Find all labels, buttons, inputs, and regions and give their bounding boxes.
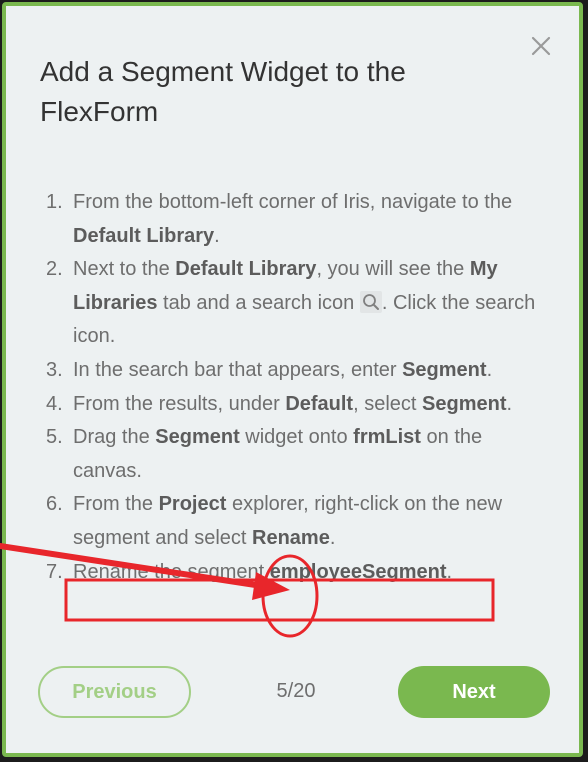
close-button[interactable] [529, 34, 553, 58]
step-keyword: Segment [422, 392, 507, 415]
step-text: . [486, 358, 493, 381]
step-text: . [214, 224, 220, 247]
step-item: 4. From the results, under Default, sele… [46, 388, 556, 422]
step-item: 7. Rename the segment employeeSegment. [46, 556, 556, 590]
previous-button[interactable]: Previous [38, 666, 191, 718]
step-text: , select [353, 392, 423, 415]
step-text: From the bottom-left corner of Iris, nav… [73, 191, 513, 213]
step-text: In the search bar that appears, enter [73, 358, 403, 381]
step-keyword: Segment [402, 358, 487, 381]
step-keyword: frmList [353, 426, 421, 449]
step-number: 1. [46, 191, 63, 213]
step-text: , you will see the [316, 258, 470, 281]
step-number: 5. [46, 426, 63, 449]
step-keyword: Default Library [175, 258, 317, 281]
page-indicator: 5/20 [276, 680, 316, 702]
tutorial-dialog: Add a Segment Widget to the FlexForm 1. … [2, 2, 583, 757]
step-keyword: employeeSegment [269, 560, 447, 583]
step-item: 3. In the search bar that appears, enter… [46, 354, 556, 388]
step-number: 4. [46, 392, 63, 415]
step-text: . [506, 392, 513, 415]
step-item: 2. Next to the Default Library, you will… [46, 253, 556, 354]
step-text: Rename the segment [73, 560, 270, 583]
dialog-title: Add a Segment Widget to the FlexForm [40, 56, 406, 127]
step-number: 6. [46, 493, 63, 516]
step-text: Next to the [73, 258, 176, 281]
instruction-steps: 1. From the bottom-left corner of Iris, … [46, 186, 556, 589]
step-item: 5. Drag the Segment widget onto frmList … [46, 421, 556, 488]
step-text: From the [73, 493, 159, 516]
step-text: tab and a search icon [157, 291, 360, 314]
step-keyword: Default [285, 392, 354, 415]
close-icon [531, 36, 551, 56]
step-item: 6. From the Project explorer, right-clic… [46, 488, 556, 555]
step-text: . [329, 526, 336, 549]
step-text: widget onto [239, 426, 354, 449]
step-number: 3. [46, 358, 63, 381]
step-keyword: Rename [252, 526, 330, 549]
step-number: 2. [46, 258, 63, 281]
step-keyword: Segment [155, 426, 240, 449]
step-keyword: Project [158, 493, 227, 516]
step-number: 7. [46, 560, 63, 583]
dialog-footer: Previous 5/20 Next [6, 666, 579, 718]
step-text: Drag the [73, 426, 156, 449]
step-text: From the results, under [73, 392, 286, 415]
next-button[interactable]: Next [398, 666, 550, 718]
step-keyword: Default Library [73, 224, 215, 247]
search-icon [359, 290, 382, 313]
step-item: 1. From the bottom-left corner of Iris, … [46, 186, 556, 253]
step-text: . [446, 560, 453, 583]
